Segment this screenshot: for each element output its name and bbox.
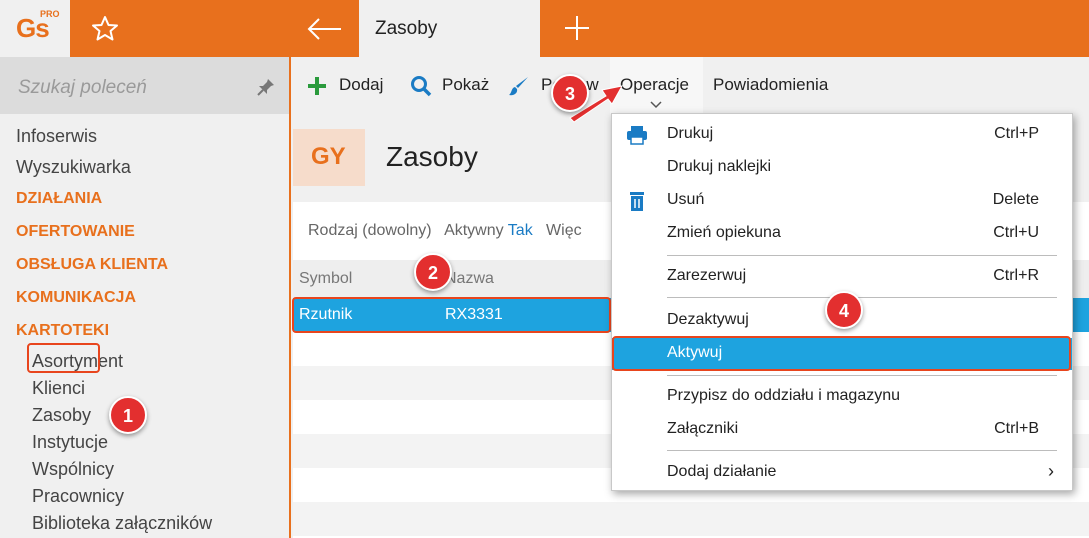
add-button[interactable]: Dodaj <box>339 75 383 95</box>
menu-label: Drukuj <box>667 125 714 142</box>
menu-item-zalaczniki[interactable]: Załączniki Ctrl+B <box>612 414 1072 446</box>
filter-more[interactable]: Więc <box>546 222 582 239</box>
search-icon[interactable] <box>410 75 432 97</box>
command-search-placeholder: Szukaj poleceń <box>18 77 147 98</box>
sidebar-item-pracownicy[interactable]: Pracownicy <box>32 486 124 507</box>
highlight-zasoby <box>27 343 100 373</box>
menu-label: Dezaktywuj <box>667 311 749 328</box>
menu-label: Usuń <box>667 191 705 208</box>
menu-label: Zmień opiekuna <box>667 224 781 241</box>
table-row-empty <box>293 502 1089 536</box>
sidebar-item-klienci[interactable]: Klienci <box>32 378 85 399</box>
menu-label: Zarezerwuj <box>667 267 747 284</box>
filter-active-label[interactable]: Aktywny <box>444 222 504 239</box>
filter-active-value[interactable]: Tak <box>508 222 533 239</box>
menu-separator <box>667 297 1057 298</box>
step-number: 4 <box>838 301 849 321</box>
sidebar-section-ofertowanie[interactable]: OFERTOWANIE <box>16 223 135 241</box>
step-badge-4: 4 <box>825 291 863 329</box>
step-badge-2: 2 <box>414 253 452 291</box>
sidebar: Szukaj poleceń Infoserwis Wyszukiwarka D… <box>0 57 291 538</box>
sidebar-section-obsluga-klienta[interactable]: OBSŁUGA KLIENTA <box>16 256 168 274</box>
trash-icon <box>630 192 644 211</box>
sidebar-item-biblioteka[interactable]: Biblioteka załączników <box>32 513 212 534</box>
back-arrow-icon[interactable] <box>305 14 345 44</box>
step-badge-3: 3 <box>551 74 589 112</box>
column-nazwa[interactable]: Nazwa <box>445 270 494 288</box>
highlight-aktywuj <box>612 336 1071 371</box>
menu-shortcut: Ctrl+B <box>994 420 1039 437</box>
module-code-badge: GY <box>293 129 365 186</box>
sidebar-item-instytucje[interactable]: Instytucje <box>32 432 108 453</box>
step-number: 2 <box>427 263 438 283</box>
menu-label: Załączniki <box>667 420 739 437</box>
menu-separator <box>667 255 1057 256</box>
menu-item-dodaj-dzialanie[interactable]: Dodaj działanie › <box>612 457 1072 489</box>
step-number: 3 <box>564 84 575 104</box>
menu-item-zarezerwuj[interactable]: Zarezerwuj Ctrl+R <box>612 261 1072 293</box>
chevron-down-icon <box>650 101 662 109</box>
menu-item-przypisz[interactable]: Przypisz do oddziału i magazynu <box>612 381 1072 413</box>
top-bar: Gs PRO Zasoby <box>0 0 1089 57</box>
menu-shortcut: Ctrl+U <box>993 224 1039 241</box>
menu-label: Dodaj działanie <box>667 463 777 480</box>
tab-zasoby-label: Zasoby <box>375 18 438 39</box>
sidebar-item-zasoby[interactable]: Zasoby <box>32 405 91 426</box>
brush-icon[interactable] <box>508 75 530 97</box>
sidebar-item-wspolnicy[interactable]: Wspólnicy <box>32 459 114 480</box>
sidebar-item-wyszukiwarka[interactable]: Wyszukiwarka <box>16 157 131 178</box>
step-number: 1 <box>122 406 133 426</box>
menu-shortcut: Delete <box>992 191 1039 208</box>
menu-item-zmien-opiekuna[interactable]: Zmień opiekuna Ctrl+U <box>612 218 1072 250</box>
sidebar-section-komunikacja[interactable]: KOMUNIKACJA <box>16 289 136 307</box>
sidebar-item-infoserwis[interactable]: Infoserwis <box>16 126 97 147</box>
menu-shortcut: Ctrl+P <box>994 125 1039 142</box>
filter-kind[interactable]: Rodzaj (dowolny) <box>308 222 432 239</box>
menu-item-usun[interactable]: Usuń Delete <box>612 185 1072 217</box>
plus-icon[interactable] <box>306 75 328 97</box>
tab-zasoby[interactable]: Zasoby <box>359 0 540 57</box>
module-code: GY <box>311 143 346 170</box>
notifications-button[interactable]: Powiadomienia <box>713 75 828 95</box>
step-badge-1: 1 <box>109 396 147 434</box>
menu-shortcut: Ctrl+R <box>993 267 1039 284</box>
menu-separator <box>667 375 1057 376</box>
sidebar-section-dzialania[interactable]: DZIAŁANIA <box>16 190 102 208</box>
pin-icon[interactable] <box>256 77 276 97</box>
menu-label: Przypisz do oddziału i magazynu <box>667 387 901 404</box>
new-tab-plus-icon[interactable] <box>562 12 592 44</box>
app-logo[interactable]: Gs PRO <box>0 0 70 57</box>
operations-label: Operacje <box>620 75 689 94</box>
star-icon[interactable] <box>90 14 120 44</box>
command-search[interactable]: Szukaj poleceń <box>0 57 289 114</box>
show-button[interactable]: Pokaż <box>442 75 489 95</box>
page-title: Zasoby <box>386 141 478 172</box>
menu-item-drukuj-naklejki[interactable]: Drukuj naklejki <box>612 152 1072 184</box>
menu-item-drukuj[interactable]: Drukuj Ctrl+P <box>612 119 1072 151</box>
highlight-row <box>292 297 611 333</box>
printer-icon <box>627 126 647 145</box>
column-symbol[interactable]: Symbol <box>299 270 352 288</box>
logo-pro-badge: PRO <box>40 9 60 19</box>
sidebar-section-kartoteki[interactable]: KARTOTEKI <box>16 322 109 340</box>
filter-bar[interactable]: Rodzaj (dowolny) Aktywny Tak Więc <box>308 222 582 240</box>
menu-separator <box>667 450 1057 451</box>
menu-label: Drukuj naklejki <box>667 158 772 175</box>
chevron-right-icon: › <box>1048 461 1054 481</box>
